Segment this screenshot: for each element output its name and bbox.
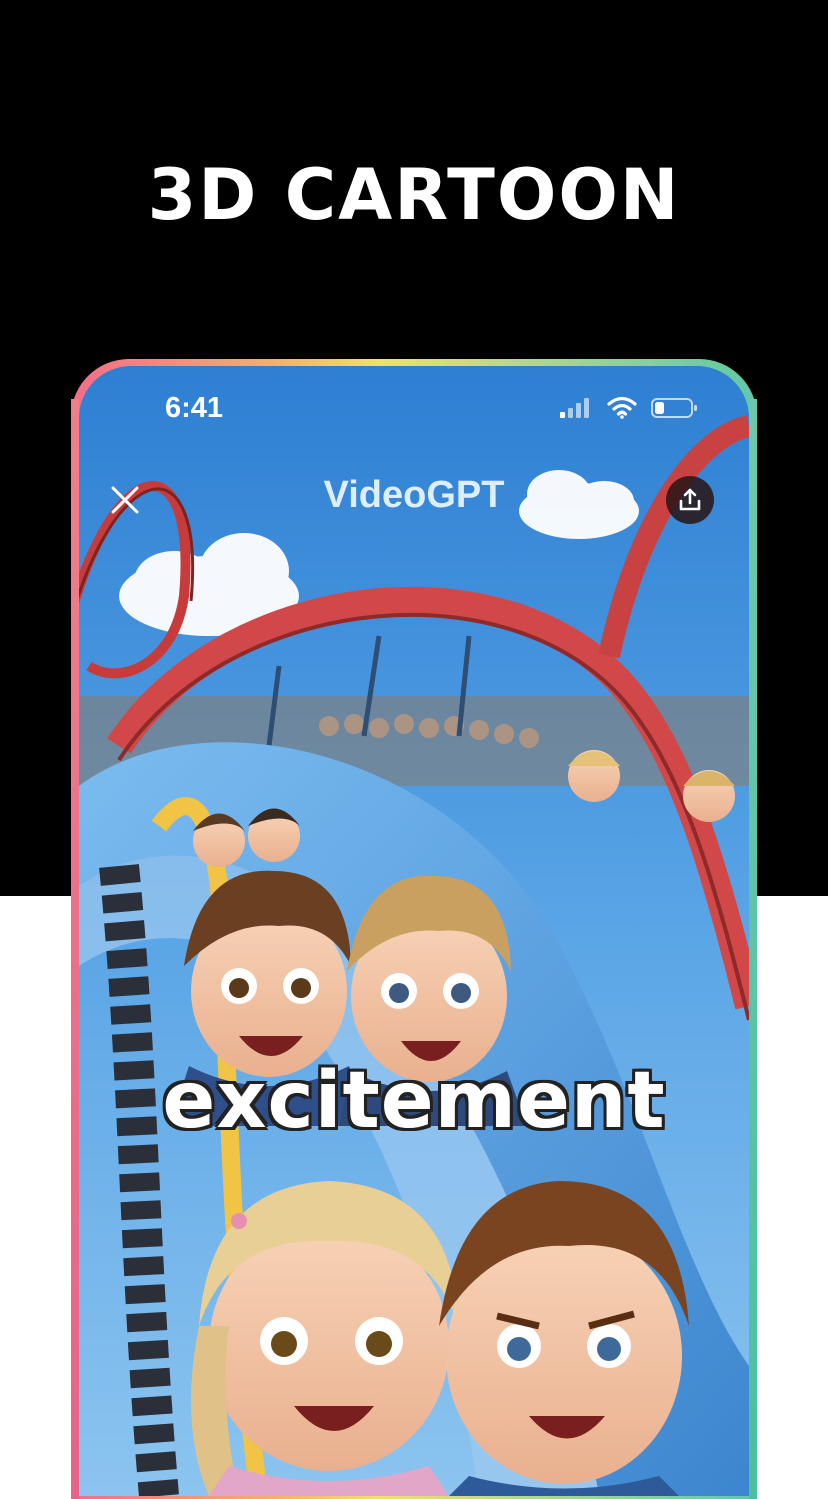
status-time: 6:41 [165,392,224,424]
video-caption: excitement [162,1056,666,1146]
share-button[interactable] [666,476,714,524]
video-frame[interactable] [79,366,749,1496]
battery-icon [651,398,697,418]
wifi-icon [607,396,637,419]
cellular-signal-icon [560,398,589,418]
middle-kid-right [347,875,511,1082]
status-icons [559,396,699,420]
app-title: VideoGPT [323,474,505,516]
page-headline: 3D CARTOON [147,154,681,236]
phone-screen: 6:41 VideoGPT excitement [79,366,749,1496]
share-upload-icon [679,488,701,511]
